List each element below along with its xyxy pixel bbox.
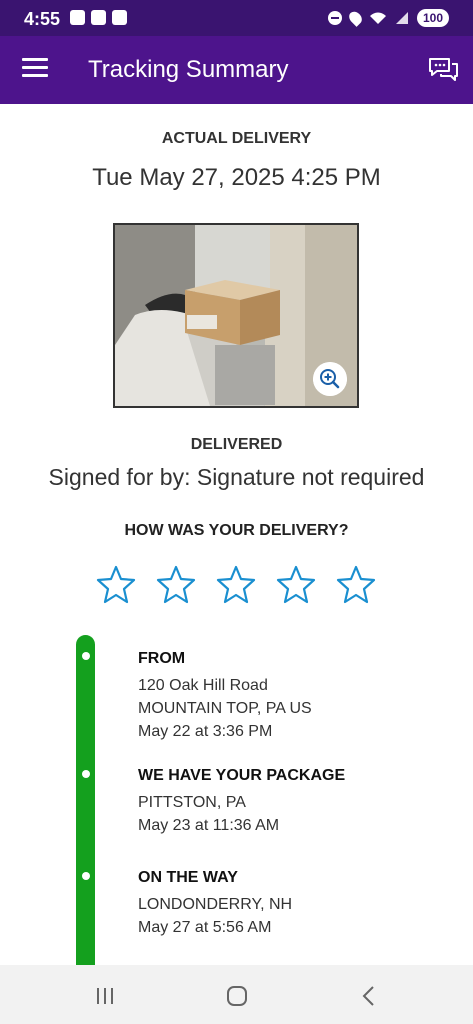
page-title: Tracking Summary [88,56,289,83]
actual-delivery-label: ACTUAL DELIVERY [161,130,312,147]
star-icon[interactable] [156,564,196,604]
timeline-item-from: FROM 120 Oak Hill Road MOUNTAIN TOP, PA … [138,650,458,743]
app-icon [112,10,127,25]
signed-for-text: Signed for by: Signature not required [48,464,425,490]
menu-button[interactable] [22,58,48,80]
notification-icon [91,10,106,25]
actual-delivery-date: Tue May 27, 2025 4:25 PM [92,164,381,191]
rating-stars [96,564,376,606]
timeline-title: FROM [138,650,186,667]
home-icon[interactable] [226,985,248,1007]
delivery-status: DELIVERED [190,436,283,453]
timeline-dot [82,770,90,778]
recent-apps-icon[interactable] [94,985,116,1007]
system-nav-bar [0,965,473,1024]
timeline-time: May 23 at 11:36 AM [138,817,280,834]
wifi-icon [369,12,386,24]
timeline-title: ON THE WAY [138,869,238,886]
tracking-content[interactable]: ACTUAL DELIVERY Tue May 27, 2025 4:25 PM… [0,104,473,965]
star-icon[interactable] [336,564,376,604]
timeline-location: PITTSTON, PA [138,794,246,811]
menu-icon-line [22,74,48,77]
star-icon[interactable] [96,564,136,604]
menu-icon-line [22,66,48,69]
timeline-dot [82,872,90,880]
back-icon[interactable] [358,985,380,1007]
system-icons: 100 [327,9,449,27]
timeline-item-on-the-way: ON THE WAY LONDONDERRY, NH May 27 at 5:5… [138,869,458,939]
delivery-photo[interactable] [113,223,359,408]
timeline-time: May 27 at 5:56 AM [138,919,272,936]
timeline-title: WE HAVE YOUR PACKAGE [138,767,346,784]
rating-prompt: HOW WAS YOUR DELIVERY? [124,522,349,539]
star-icon[interactable] [276,564,316,604]
signal-icon [395,12,408,24]
timeline-bar [76,635,95,965]
star-icon[interactable] [216,564,256,604]
status-time: 4:55 [24,9,61,29]
timeline-location: LONDONDERRY, NH [138,896,293,913]
timeline-time: May 22 at 3:36 PM [138,723,273,740]
timeline-dot [82,652,90,660]
timeline-location: MOUNTAIN TOP, PA US [138,700,312,717]
timeline-address: 120 Oak Hill Road [138,677,268,694]
chat-icon[interactable] [427,54,459,86]
app-bar: Tracking Summary [0,36,473,104]
location-icon [346,9,365,27]
notification-icons [70,10,127,25]
menu-icon [22,58,48,61]
status-bar: 4:55 100 [0,0,473,36]
do-not-disturb-icon [327,11,342,25]
timeline-item-received: WE HAVE YOUR PACKAGE PITTSTON, PA May 23… [138,767,458,837]
shopping-bag-icon [70,10,85,25]
zoom-in-icon[interactable] [313,362,347,396]
battery-indicator: 100 [416,9,449,27]
